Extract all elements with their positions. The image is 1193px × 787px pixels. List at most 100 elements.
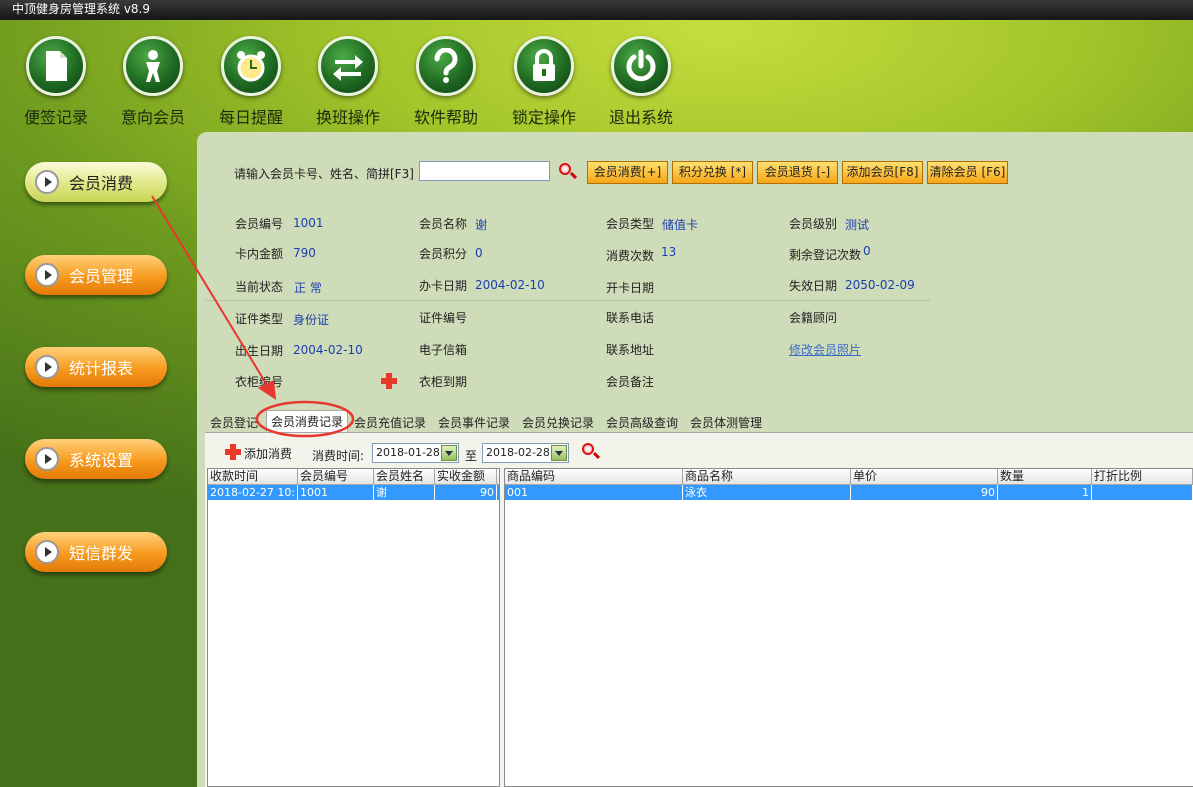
column-header[interactable]: 会员姓名 <box>374 469 435 484</box>
chevron-down-icon[interactable] <box>551 445 567 461</box>
date-from-value: 2018-01-28 <box>376 446 440 459</box>
tab-registration[interactable]: 会员登记 <box>210 414 258 431</box>
grid-header: 收款时间 会员编号 会员姓名 实收金额 <box>208 469 499 485</box>
search-label: 请输入会员卡号、姓名、简拼[F3] <box>234 167 414 181</box>
locker-expire-label: 衣柜到期 <box>419 375 468 389</box>
chevron-down-icon[interactable] <box>441 445 457 461</box>
lock-icon <box>514 36 574 96</box>
person-icon <box>123 36 183 96</box>
window-title: 中顶健身房管理系统 v8.9 <box>0 0 1193 20</box>
table-cell: 90 <box>435 485 497 500</box>
table-cell: 1 <box>998 485 1092 500</box>
tab-fitness-test[interactable]: 会员体测管理 <box>690 414 762 431</box>
edit-photo-link[interactable]: 修改会员照片 <box>789 341 861 358</box>
grid-header: 商品编码 商品名称 单价 数量 打折比例 <box>505 469 1193 485</box>
column-header[interactable]: 商品编码 <box>505 469 683 484</box>
table-row[interactable]: 2018-02-27 10: 1001 谢 90 <box>208 485 499 500</box>
play-icon <box>35 540 59 564</box>
payment-grid[interactable]: 收款时间 会员编号 会员姓名 实收金额 2018-02-27 10: 1001 … <box>207 468 500 787</box>
search-input[interactable] <box>419 161 550 181</box>
tab-advanced-query[interactable]: 会员高级查询 <box>606 414 678 431</box>
tab-consumption-records[interactable]: 会员消费记录 <box>266 410 349 433</box>
status-value: 正 常 <box>294 281 322 295</box>
table-cell: 谢 <box>374 485 435 500</box>
question-icon <box>416 36 476 96</box>
issue-date-label: 办卡日期 <box>419 279 468 293</box>
items-grid[interactable]: 商品编码 商品名称 单价 数量 打折比例 001 泳衣 90 1 <box>504 468 1193 787</box>
play-icon <box>35 263 59 287</box>
tab-recharge-records[interactable]: 会员充值记录 <box>354 414 426 431</box>
power-icon <box>611 36 671 96</box>
toolbar-shift-label: 换班操作 <box>315 108 380 127</box>
date-to-value: 2018-02-28 <box>486 446 550 459</box>
sidebar-item-member-management[interactable]: 会员管理 <box>25 255 167 295</box>
phone-label: 联系电话 <box>606 311 655 325</box>
expire-date-value: 2050-02-09 <box>845 278 915 292</box>
add-icon[interactable] <box>225 444 241 460</box>
toolbar-reminder[interactable]: 每日提醒 <box>211 36 291 128</box>
column-header[interactable]: 打折比例 <box>1092 469 1193 484</box>
member-consume-button[interactable]: 会员消费[+] <box>587 161 668 184</box>
play-icon <box>35 447 59 471</box>
locker-number-label: 衣柜编号 <box>235 375 284 389</box>
toolbar-lock[interactable]: 锁定操作 <box>504 36 584 128</box>
member-id-label: 会员编号 <box>235 217 284 231</box>
date-from-picker[interactable]: 2018-01-28 <box>372 443 459 463</box>
sidebar-item-settings[interactable]: 系统设置 <box>25 439 167 479</box>
date-to-picker[interactable]: 2018-02-28 <box>482 443 569 463</box>
id-type-value: 身份证 <box>293 313 330 327</box>
toolbar-exit-label: 退出系统 <box>608 108 673 127</box>
member-return-button[interactable]: 会员退货 [-] <box>757 161 838 184</box>
expire-date-label: 失效日期 <box>789 279 838 293</box>
column-header[interactable]: 数量 <box>998 469 1092 484</box>
search-icon[interactable] <box>559 163 571 175</box>
id-number-label: 证件编号 <box>419 311 468 325</box>
clear-member-button[interactable]: 清除会员 [F6] <box>927 161 1008 184</box>
play-icon <box>35 170 59 194</box>
toolbar-prospect[interactable]: 意向会员 <box>113 36 193 128</box>
issue-date-value: 2004-02-10 <box>475 278 545 292</box>
table-cell: 2018-02-27 10: <box>208 485 298 500</box>
column-header[interactable]: 单价 <box>851 469 998 484</box>
sidebar-item-label: 会员消费 <box>69 174 134 193</box>
table-row[interactable]: 001 泳衣 90 1 <box>505 485 1193 500</box>
sidebar-item-label: 系统设置 <box>69 451 134 470</box>
sidebar-item-sms[interactable]: 短信群发 <box>25 532 167 572</box>
sidebar-item-label: 会员管理 <box>69 267 134 286</box>
column-header[interactable]: 实收金额 <box>435 469 497 484</box>
member-level-value: 测试 <box>845 218 870 232</box>
add-member-button[interactable]: 添加会员[F8] <box>842 161 923 184</box>
note-icon <box>26 36 86 96</box>
member-name-label: 会员名称 <box>419 217 468 231</box>
toolbar-help[interactable]: 软件帮助 <box>406 36 486 128</box>
tab-exchange-records[interactable]: 会员兑换记录 <box>522 414 594 431</box>
tab-event-records[interactable]: 会员事件记录 <box>438 414 510 431</box>
toolbar-exit[interactable]: 退出系统 <box>601 36 681 128</box>
column-header[interactable]: 收款时间 <box>208 469 298 484</box>
search-records-icon[interactable] <box>582 443 594 455</box>
divider <box>205 300 930 301</box>
toolbar-shift[interactable]: 换班操作 <box>308 36 388 128</box>
add-locker-icon[interactable] <box>381 373 397 389</box>
birth-date-label: 出生日期 <box>235 344 284 358</box>
remaining-checkins-value: 0 <box>863 244 871 258</box>
add-consumption-button[interactable]: 添加消费 <box>244 445 292 462</box>
play-icon <box>35 355 59 379</box>
toolbar-note[interactable]: 便签记录 <box>16 36 96 128</box>
column-header[interactable]: 商品名称 <box>683 469 851 484</box>
swap-arrows-icon <box>318 36 378 96</box>
toolbar-lock-label: 锁定操作 <box>511 108 576 127</box>
points-value: 0 <box>475 246 483 260</box>
column-header[interactable]: 会员编号 <box>298 469 374 484</box>
balance-value: 790 <box>293 246 316 260</box>
toolbar-help-label: 软件帮助 <box>413 108 478 127</box>
advisor-label: 会籍顾问 <box>789 311 838 325</box>
open-date-label: 开卡日期 <box>606 281 655 295</box>
sidebar-item-reports[interactable]: 统计报表 <box>25 347 167 387</box>
remaining-checkins-label: 剩余登记次数 <box>789 248 862 262</box>
points-exchange-button[interactable]: 积分兑换 [*] <box>672 161 753 184</box>
table-cell: 90 <box>851 485 998 500</box>
birth-date-value: 2004-02-10 <box>293 343 363 357</box>
sidebar-item-consumption[interactable]: 会员消费 <box>25 162 167 202</box>
sidebar-item-label: 短信群发 <box>69 544 134 563</box>
